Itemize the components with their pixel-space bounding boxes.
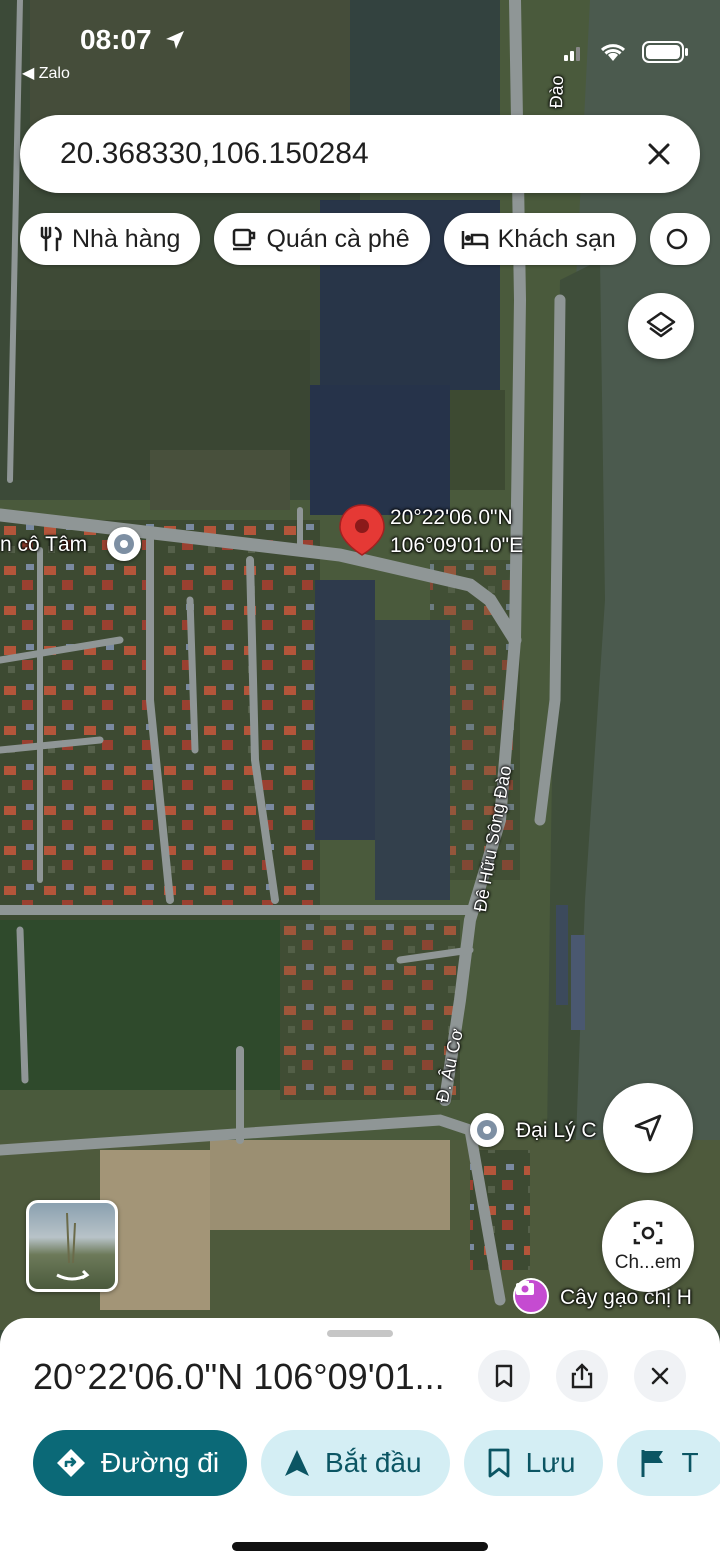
search-bar[interactable]: 20.368330,106.150284 [20,115,700,193]
close-sheet-button[interactable] [634,1350,686,1402]
save-icon-button[interactable] [478,1350,530,1402]
wifi-icon [600,44,626,61]
street-view-thumbnail[interactable] [26,1200,118,1292]
my-location-button[interactable] [603,1083,693,1173]
clear-search-button[interactable] [642,137,676,171]
bookmark-icon [488,1448,509,1478]
more-category-icon [666,228,687,250]
directions-button[interactable]: Đường đi [33,1430,248,1496]
poi-marker[interactable] [107,527,141,561]
chip-cafe[interactable]: Quán cà phê [214,213,430,265]
status-bar: 08:07 ◀ Zalo [0,0,720,90]
chip-hotels[interactable]: Khách sạn [443,213,636,265]
poi-label-left[interactable]: n cô Tâm [0,533,87,557]
share-button[interactable] [556,1350,608,1402]
action-buttons: Đường đi Bắt đầu Lưu T [33,1430,720,1496]
poi-label-bottom[interactable]: Cây gạo chị H [560,1286,692,1310]
poi-marker[interactable] [470,1113,504,1147]
bed-icon [461,231,488,249]
sheet-drag-handle[interactable] [327,1330,393,1337]
share-icon [571,1363,593,1389]
navigation-arrow-icon [285,1450,310,1476]
rotate-360-icon [56,1269,90,1281]
camera-lens-icon [633,1221,663,1245]
layers-icon [646,311,676,338]
pin-coordinates-label: 20°22'06.0"N 106°09'01.0"E [390,506,524,557]
signal-icon [564,47,580,61]
camera-poi-icon[interactable] [513,1278,549,1314]
clock: 08:07 [80,24,187,56]
flag-button[interactable]: T [617,1430,720,1496]
search-input[interactable]: 20.368330,106.150284 [60,137,369,171]
start-button[interactable]: Bắt đầu [261,1430,450,1496]
save-button[interactable]: Lưu [463,1430,604,1496]
fork-knife-icon [40,226,62,252]
place-bottom-sheet[interactable]: 20°22'06.0"N 106°09'01... Đường đi Bắt đ… [0,1318,720,1564]
place-title: 20°22'06.0"N 106°09'01... [33,1356,445,1397]
coffee-cup-icon [233,228,256,251]
lens-search-button[interactable]: Ch...em [602,1200,694,1292]
category-chips: Nhà hàng Quán cà phê Khách sạn [20,213,710,265]
navigation-arrow-icon [634,1114,662,1142]
home-indicator [232,1542,488,1551]
flag-icon [641,1450,664,1477]
poi-label-right[interactable]: Đại Lý C [516,1119,597,1143]
chip-more[interactable] [649,213,710,265]
bookmark-icon [495,1364,513,1388]
back-to-app-link[interactable]: ◀ Zalo [22,63,70,83]
lens-label: Ch...em [614,1252,682,1273]
close-icon [651,1367,669,1385]
chip-restaurants[interactable]: Nhà hàng [20,213,201,265]
close-icon [648,143,670,165]
battery-icon [642,41,688,63]
directions-icon [57,1449,85,1477]
location-arrow-icon [166,31,185,49]
map-layers-button[interactable] [628,293,694,359]
